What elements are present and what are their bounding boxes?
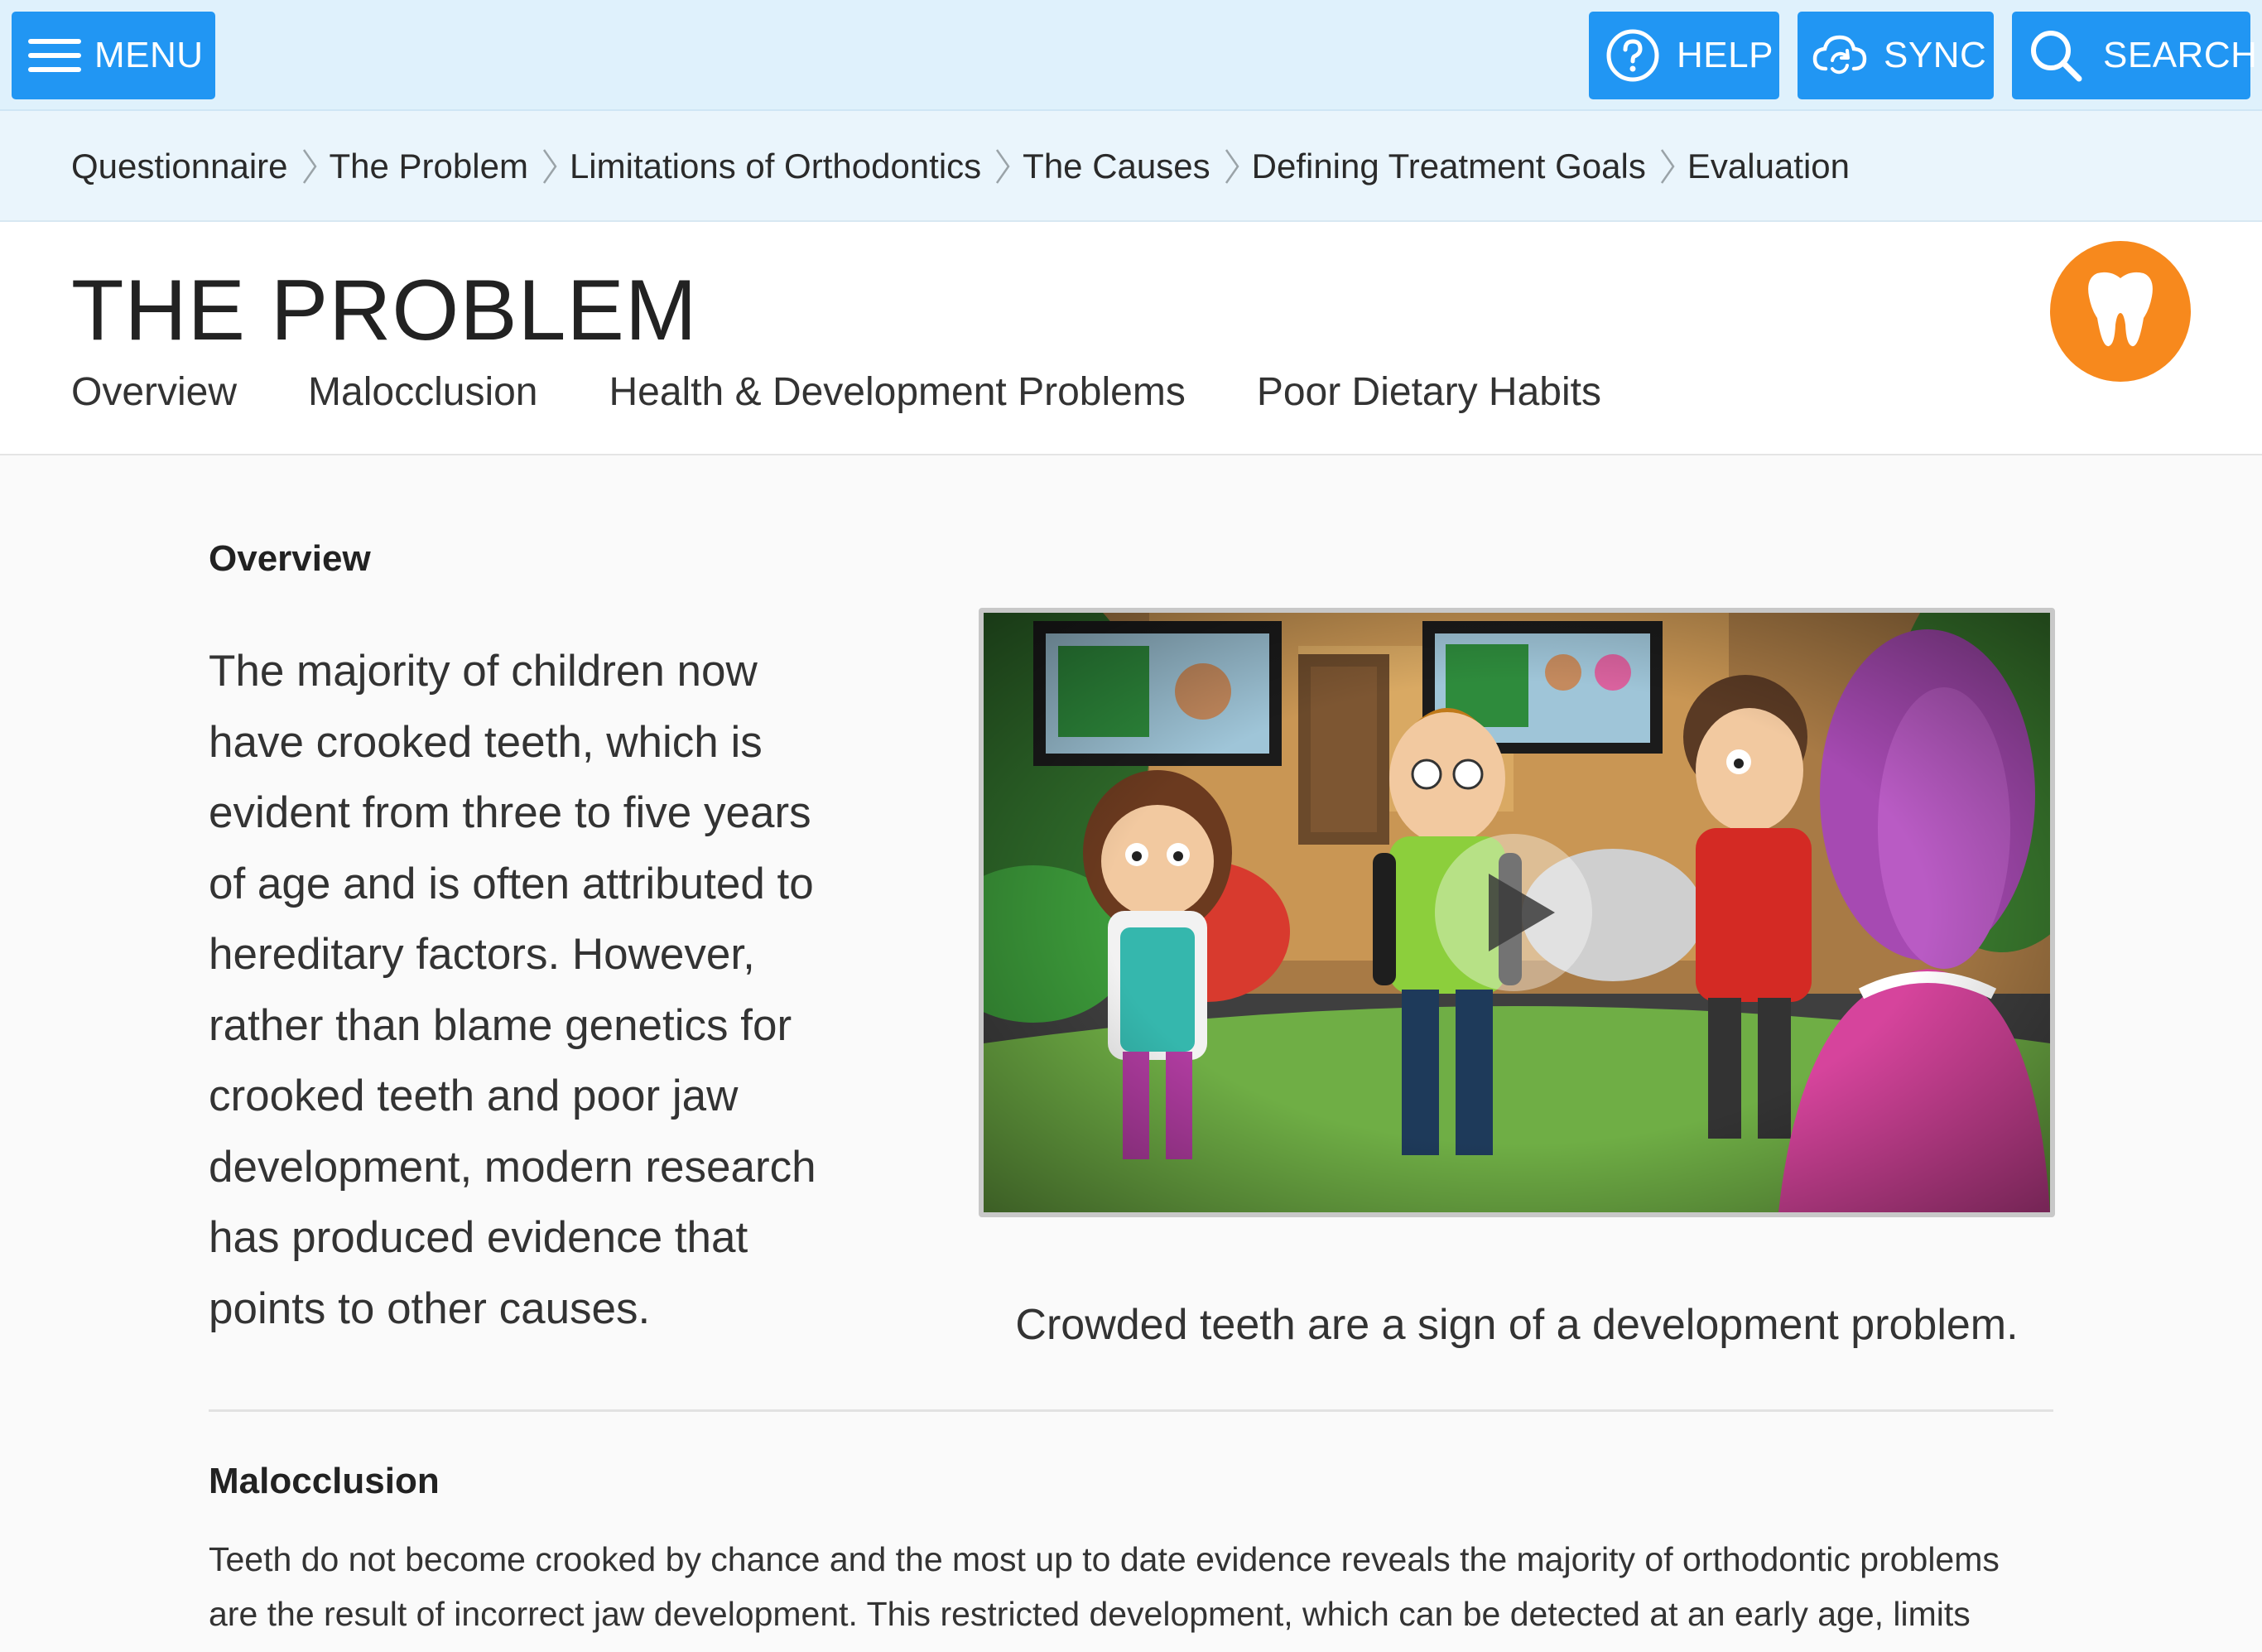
tooth-icon bbox=[2086, 270, 2155, 354]
overview-text: The majority of children now have crooke… bbox=[209, 647, 816, 1333]
breadcrumb-item-evaluation[interactable]: Evaluation bbox=[1687, 147, 1850, 186]
section-divider bbox=[209, 1409, 2053, 1412]
search-button[interactable]: SEARCH bbox=[2012, 12, 2257, 99]
tab-health-development[interactable]: Health & Development Problems bbox=[609, 369, 1186, 415]
chevron-right-icon bbox=[994, 147, 1011, 185]
breadcrumb-item-questionnaire[interactable]: Questionnaire bbox=[71, 147, 288, 186]
hamburger-icon bbox=[28, 37, 81, 74]
malocclusion-text: Teeth do not become crooked by chance an… bbox=[209, 1540, 2000, 1633]
tab-malocclusion[interactable]: Malocclusion bbox=[308, 369, 537, 415]
video-player[interactable] bbox=[979, 608, 2055, 1217]
video-thumbnail bbox=[984, 613, 2050, 1212]
breadcrumb-bar: Questionnaire The Problem Limitations of… bbox=[0, 111, 2262, 331]
page-header: THE PROBLEM Overview Malocclusion Health… bbox=[0, 222, 2262, 455]
breadcrumb-item-the-causes[interactable]: The Causes bbox=[1023, 147, 1210, 186]
breadcrumb-item-limitations[interactable]: Limitations of Orthodontics bbox=[570, 147, 981, 186]
play-icon bbox=[1435, 834, 1592, 991]
section-tabs: Overview Malocclusion Health & Developme… bbox=[71, 369, 1672, 415]
tab-poor-dietary-habits[interactable]: Poor Dietary Habits bbox=[1257, 369, 1601, 415]
chevron-right-icon bbox=[1659, 147, 1676, 185]
sync-label: SYNC bbox=[1884, 35, 1987, 75]
menu-label: MENU bbox=[94, 35, 204, 75]
tooth-badge bbox=[2050, 241, 2191, 382]
question-circle-icon bbox=[1605, 28, 1660, 83]
search-icon bbox=[2029, 28, 2083, 83]
help-label: HELP bbox=[1677, 35, 1774, 75]
cloud-sync-icon bbox=[1812, 32, 1867, 79]
chevron-right-icon bbox=[301, 147, 318, 185]
top-bar: MENU HELP SYNC SEARCH bbox=[0, 0, 2262, 111]
video-caption: Crowded teeth are a sign of a developmen… bbox=[1015, 1301, 2019, 1349]
breadcrumb-item-the-problem[interactable]: The Problem bbox=[330, 147, 528, 186]
page-title: THE PROBLEM bbox=[71, 262, 698, 359]
tab-overview[interactable]: Overview bbox=[71, 369, 237, 415]
breadcrumb-item-treatment-goals[interactable]: Defining Treatment Goals bbox=[1252, 147, 1646, 186]
breadcrumb: Questionnaire The Problem Limitations of… bbox=[71, 111, 1850, 222]
chevron-right-icon bbox=[541, 147, 558, 185]
help-button[interactable]: HELP bbox=[1589, 12, 1779, 99]
search-label: SEARCH bbox=[2103, 35, 2258, 75]
sync-button[interactable]: SYNC bbox=[1798, 12, 1994, 99]
overview-heading: Overview bbox=[209, 538, 371, 579]
chevron-right-icon bbox=[1224, 147, 1240, 185]
menu-button[interactable]: MENU bbox=[12, 12, 215, 99]
malocclusion-heading: Malocclusion bbox=[209, 1461, 440, 1501]
